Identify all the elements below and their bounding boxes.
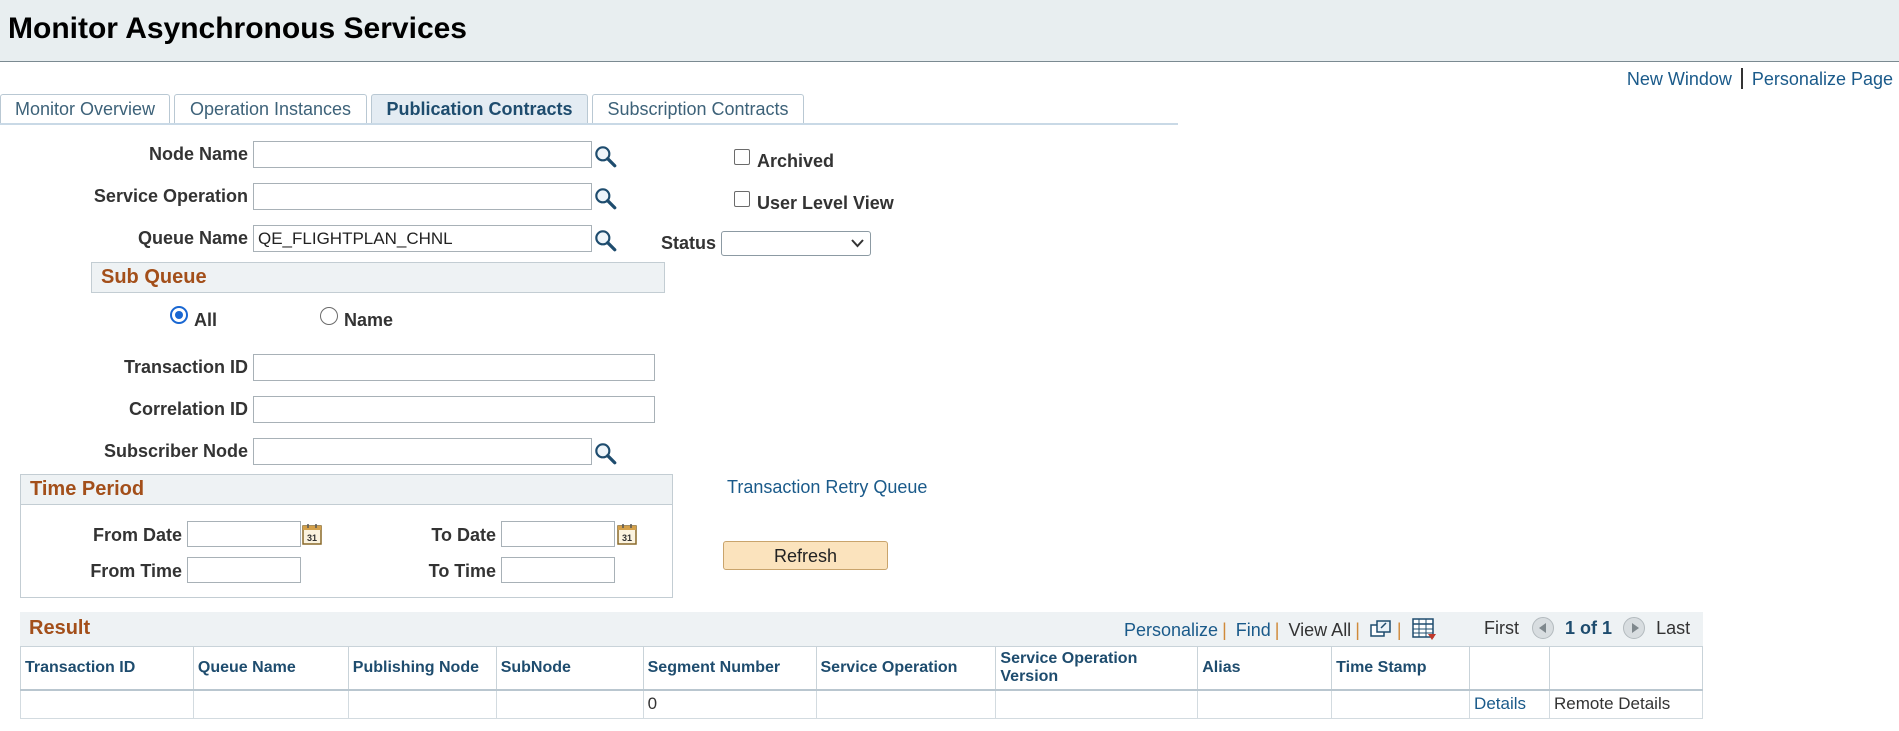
tab-monitor-overview[interactable]: Monitor Overview	[0, 94, 170, 124]
svg-text:31: 31	[622, 533, 632, 543]
node-name-input[interactable]	[253, 141, 592, 168]
cell-subnode	[495, 689, 644, 719]
cell-service-operation-version	[995, 689, 1199, 719]
cell-time-stamp	[1331, 689, 1471, 719]
service-operation-input[interactable]	[253, 183, 592, 210]
user-level-view-checkbox[interactable]	[734, 191, 750, 207]
user-level-view-label: User Level View	[757, 193, 894, 213]
col-alias[interactable]: Alias	[1197, 646, 1333, 690]
new-window-grid-icon[interactable]	[1369, 619, 1393, 639]
toolbar-separator: |	[1355, 620, 1360, 640]
first-link[interactable]: First	[1484, 618, 1519, 638]
from-time-input[interactable]	[187, 557, 301, 583]
cell-transaction-id	[20, 689, 194, 719]
archived-checkbox[interactable]	[734, 149, 750, 165]
from-date-input[interactable]	[187, 521, 301, 547]
node-name-label: Node Name	[148, 144, 248, 164]
col-queue-name[interactable]: Queue Name	[192, 646, 349, 690]
to-date-label: To Date	[431, 525, 496, 545]
link-separator	[1740, 68, 1743, 89]
tab-publication-contracts[interactable]: Publication Contracts	[371, 94, 588, 125]
to-time-input[interactable]	[501, 557, 615, 583]
tab-operation-instances[interactable]: Operation Instances	[174, 94, 367, 124]
top-links: New Window Personalize Page	[1627, 68, 1893, 90]
col-transaction-id[interactable]: Transaction ID	[20, 646, 194, 690]
cell-publishing-node	[347, 689, 497, 719]
subscriber-node-lookup-icon[interactable]	[592, 440, 618, 466]
toolbar-separator: |	[1396, 620, 1402, 640]
transaction-retry-queue-link[interactable]: Transaction Retry Queue	[727, 477, 927, 498]
to-date-input[interactable]	[501, 521, 615, 547]
toolbar-separator: |	[1222, 620, 1227, 640]
svg-text:31: 31	[307, 533, 317, 543]
page-info: 1 of 1	[1565, 618, 1613, 638]
personalize-page-link[interactable]: Personalize Page	[1752, 69, 1893, 89]
view-all-link[interactable]: View All	[1288, 620, 1351, 640]
service-operation-label: Service Operation	[93, 186, 248, 206]
transaction-id-label: Transaction ID	[123, 357, 248, 377]
archived-label: Archived	[757, 151, 835, 171]
chevron-down-icon	[851, 239, 864, 248]
result-header-bar	[20, 612, 1703, 646]
calendar-icon[interactable]: 31	[302, 523, 322, 545]
node-name-lookup-icon[interactable]	[592, 143, 618, 169]
service-operation-lookup-icon[interactable]	[592, 185, 618, 211]
sub-queue-header: Sub Queue	[91, 262, 665, 293]
correlation-id-label: Correlation ID	[128, 399, 248, 419]
download-spreadsheet-icon[interactable]	[1411, 617, 1437, 641]
cell-service-operation	[815, 689, 997, 719]
sub-queue-all-label: All	[194, 310, 218, 330]
result-title: Result	[29, 617, 91, 639]
status-select[interactable]	[721, 231, 871, 256]
col-segment-number[interactable]: Segment Number	[642, 646, 817, 690]
col-details	[1469, 646, 1551, 690]
col-subnode[interactable]: SubNode	[495, 646, 644, 690]
last-link[interactable]: Last	[1656, 618, 1690, 638]
grid-toolbar: Personalize | Find | View All | |	[1124, 617, 1437, 641]
new-window-link[interactable]: New Window	[1627, 69, 1732, 89]
cell-alias	[1197, 689, 1333, 719]
personalize-link[interactable]: Personalize	[1124, 620, 1218, 640]
previous-icon[interactable]	[1532, 617, 1555, 639]
from-date-label: From Date	[92, 525, 182, 545]
next-icon[interactable]	[1623, 617, 1646, 639]
col-remote-details	[1549, 646, 1703, 690]
table-row: 0 Details Remote Details	[20, 689, 1703, 719]
cell-segment-number: 0	[642, 689, 817, 719]
result-table: Transaction ID Queue Name Publishing Nod…	[20, 646, 1703, 719]
calendar-icon[interactable]: 31	[617, 523, 637, 545]
time-period-header: Time Period	[20, 474, 673, 505]
correlation-id-input[interactable]	[253, 396, 655, 423]
cell-details: Details	[1469, 689, 1551, 719]
queue-name-lookup-icon[interactable]	[592, 227, 618, 253]
find-link[interactable]: Find	[1236, 620, 1271, 640]
result-header-row: Transaction ID Queue Name Publishing Nod…	[20, 646, 1703, 690]
details-link[interactable]: Details	[1474, 694, 1526, 713]
page-title: Monitor Asynchronous Services	[8, 12, 467, 45]
status-label: Status	[660, 233, 716, 253]
sub-queue-name-label: Name	[344, 310, 394, 330]
cell-remote-details: Remote Details	[1549, 689, 1703, 719]
sub-queue-name-radio[interactable]	[320, 307, 338, 325]
col-publishing-node[interactable]: Publishing Node	[347, 646, 497, 690]
tab-subscription-contracts[interactable]: Subscription Contracts	[592, 94, 804, 124]
refresh-button[interactable]: Refresh	[723, 541, 888, 570]
sub-queue-all-radio[interactable]	[170, 306, 188, 324]
tab-underline	[0, 123, 1178, 125]
queue-name-input[interactable]	[253, 225, 592, 252]
subscriber-node-label: Subscriber Node	[103, 441, 248, 461]
toolbar-separator: |	[1274, 620, 1280, 640]
col-service-operation-version[interactable]: Service Operation Version	[995, 646, 1199, 690]
pagination: First 1 of 1 Last	[1484, 617, 1690, 639]
col-service-operation[interactable]: Service Operation	[815, 646, 997, 690]
queue-name-label: Queue Name	[137, 228, 248, 248]
col-time-stamp[interactable]: Time Stamp	[1331, 646, 1471, 690]
transaction-id-input[interactable]	[253, 354, 655, 381]
from-time-label: From Time	[90, 561, 182, 581]
to-time-label: To Time	[428, 561, 496, 581]
cell-queue-name	[192, 689, 349, 719]
subscriber-node-input[interactable]	[253, 438, 592, 465]
